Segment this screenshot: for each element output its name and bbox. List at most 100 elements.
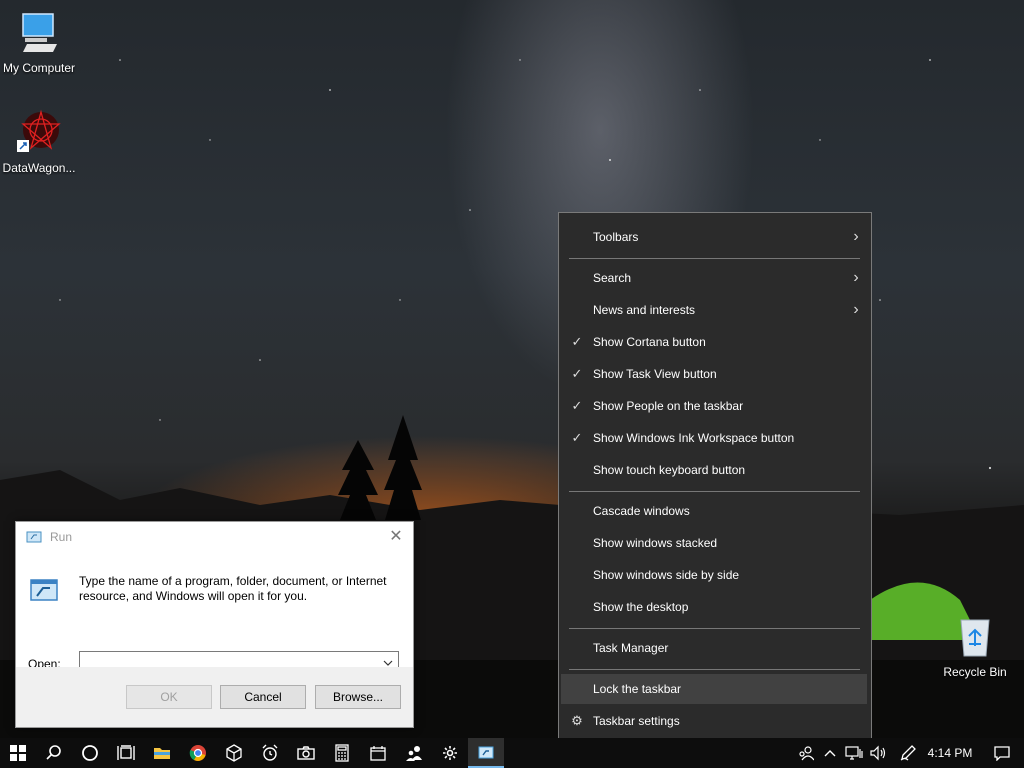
run-icon — [26, 531, 42, 543]
menu-item-label: Show Task View button — [593, 367, 717, 381]
taskbar[interactable]: 4:14 PM — [0, 738, 1024, 768]
menu-item-task-manager[interactable]: Task Manager — [561, 633, 867, 663]
desktop-icon-datawagon[interactable]: DataWagon... — [1, 108, 77, 175]
menu-item-label: News and interests — [593, 303, 696, 317]
run-icon — [30, 579, 58, 601]
chevron-right-icon: › — [853, 301, 859, 318]
run-title: Run — [50, 530, 73, 544]
people-button[interactable] — [794, 738, 818, 768]
desktop-icon-label: DataWagon... — [2, 161, 76, 175]
menu-separator — [569, 258, 860, 259]
desktop-icon-my-computer[interactable]: My Computer — [1, 8, 77, 75]
show-hidden-icons-button[interactable] — [818, 738, 842, 768]
menu-item-label: Show People on the taskbar — [593, 399, 744, 413]
cancel-button[interactable]: Cancel — [220, 685, 306, 709]
menu-separator — [569, 669, 860, 670]
search-button[interactable] — [36, 738, 72, 768]
volume-icon — [870, 745, 886, 761]
run-description: Type the name of a program, folder, docu… — [79, 574, 387, 603]
camera-icon — [297, 746, 315, 760]
file-explorer-icon — [154, 748, 170, 759]
start-icon — [10, 745, 26, 761]
menu-item-label: Lock the taskbar — [593, 682, 682, 696]
chevron-right-icon: › — [853, 269, 859, 286]
settings-button[interactable] — [432, 738, 468, 768]
windows-ink-button[interactable] — [896, 738, 920, 768]
network-button[interactable] — [842, 738, 866, 768]
menu-item-label: Search — [593, 271, 632, 285]
menu-item-label: Taskbar settings — [593, 714, 680, 728]
camera-button[interactable] — [288, 738, 324, 768]
menu-item-search[interactable]: Search › — [561, 263, 867, 293]
run-body: Type the name of a program, folder, docu… — [16, 552, 413, 675]
ok-button[interactable]: OK — [126, 685, 212, 709]
menu-item-label: Show Cortana button — [593, 335, 706, 349]
gear-icon: ⚙ — [571, 713, 583, 728]
datawagon-icon — [17, 109, 61, 152]
menu-item-toolbars[interactable]: Toolbars › — [561, 222, 867, 252]
task-view-button[interactable] — [108, 738, 144, 768]
cortana-icon — [82, 745, 98, 761]
menu-item-label: Task Manager — [593, 641, 669, 655]
cube-icon — [226, 744, 242, 762]
menu-item-label: Cascade windows — [593, 504, 690, 518]
run-dialog: Run ✕ Type the name of a program, folder… — [15, 521, 414, 728]
settings-icon — [443, 746, 457, 760]
menu-item-show-windows-side-by-side[interactable]: Show windows side by side — [561, 560, 867, 590]
run-titlebar[interactable]: Run — [16, 522, 413, 552]
pen-icon — [900, 745, 916, 761]
menu-item-show-task-view-button[interactable]: ✓ Show Task View button — [561, 359, 867, 389]
menu-item-label: Show touch keyboard button — [593, 463, 746, 477]
menu-separator — [569, 491, 860, 492]
notification-icon — [994, 746, 1010, 761]
3d-viewer-button[interactable] — [216, 738, 252, 768]
menu-item-lock-the-taskbar[interactable]: Lock the taskbar — [561, 674, 867, 704]
alarms-button[interactable] — [252, 738, 288, 768]
desktop-icon-label: My Computer — [2, 61, 76, 75]
volume-button[interactable] — [866, 738, 890, 768]
people-app-button[interactable] — [396, 738, 432, 768]
menu-item-show-touch-keyboard[interactable]: Show touch keyboard button — [561, 455, 867, 485]
chrome-icon — [189, 745, 206, 761]
file-explorer-button[interactable] — [144, 738, 180, 768]
menu-item-show-cortana-button[interactable]: ✓ Show Cortana button — [561, 327, 867, 357]
menu-item-label: Show the desktop — [593, 600, 689, 614]
system-tray: 4:14 PM — [794, 738, 1024, 768]
checkmark-icon: ✓ — [571, 430, 583, 445]
run-footer: OK Cancel Browse... — [16, 667, 413, 727]
recycle-bin-icon — [960, 619, 990, 657]
desktop-icon-label: Recycle Bin — [943, 665, 1007, 679]
checkmark-icon: ✓ — [571, 366, 583, 381]
calendar-button[interactable] — [360, 738, 396, 768]
action-center-button[interactable] — [980, 738, 1024, 768]
task-view-icon — [117, 745, 135, 760]
clock[interactable]: 4:14 PM — [920, 746, 980, 760]
run-icon — [478, 746, 494, 759]
menu-item-taskbar-settings[interactable]: ⚙ Taskbar settings — [561, 706, 867, 736]
calculator-button[interactable] — [324, 738, 360, 768]
search-icon — [46, 745, 61, 760]
start-button[interactable] — [0, 738, 36, 768]
chrome-button[interactable] — [180, 738, 216, 768]
alarm-icon — [262, 744, 278, 761]
browse-button[interactable]: Browse... — [315, 685, 401, 709]
desktop-icon-recycle-bin[interactable]: Recycle Bin — [937, 612, 1013, 679]
chevron-right-icon: › — [853, 228, 859, 245]
menu-item-show-the-desktop[interactable]: Show the desktop — [561, 592, 867, 622]
checkmark-icon: ✓ — [571, 398, 583, 413]
calendar-icon — [370, 746, 386, 761]
close-button[interactable]: ✕ — [385, 526, 407, 548]
chevron-up-icon — [824, 750, 836, 757]
computer-icon — [22, 13, 57, 52]
people-app-icon — [406, 746, 422, 761]
run-taskbar-button[interactable] — [468, 738, 504, 768]
network-icon — [845, 746, 863, 760]
menu-item-show-windows-ink[interactable]: ✓ Show Windows Ink Workspace button — [561, 423, 867, 453]
menu-item-cascade-windows[interactable]: Cascade windows — [561, 496, 867, 526]
cortana-button[interactable] — [72, 738, 108, 768]
menu-separator — [569, 628, 860, 629]
menu-item-show-windows-stacked[interactable]: Show windows stacked — [561, 528, 867, 558]
menu-item-show-people[interactable]: ✓ Show People on the taskbar — [561, 391, 867, 421]
menu-item-news-and-interests[interactable]: News and interests › — [561, 295, 867, 325]
people-icon — [799, 746, 814, 761]
